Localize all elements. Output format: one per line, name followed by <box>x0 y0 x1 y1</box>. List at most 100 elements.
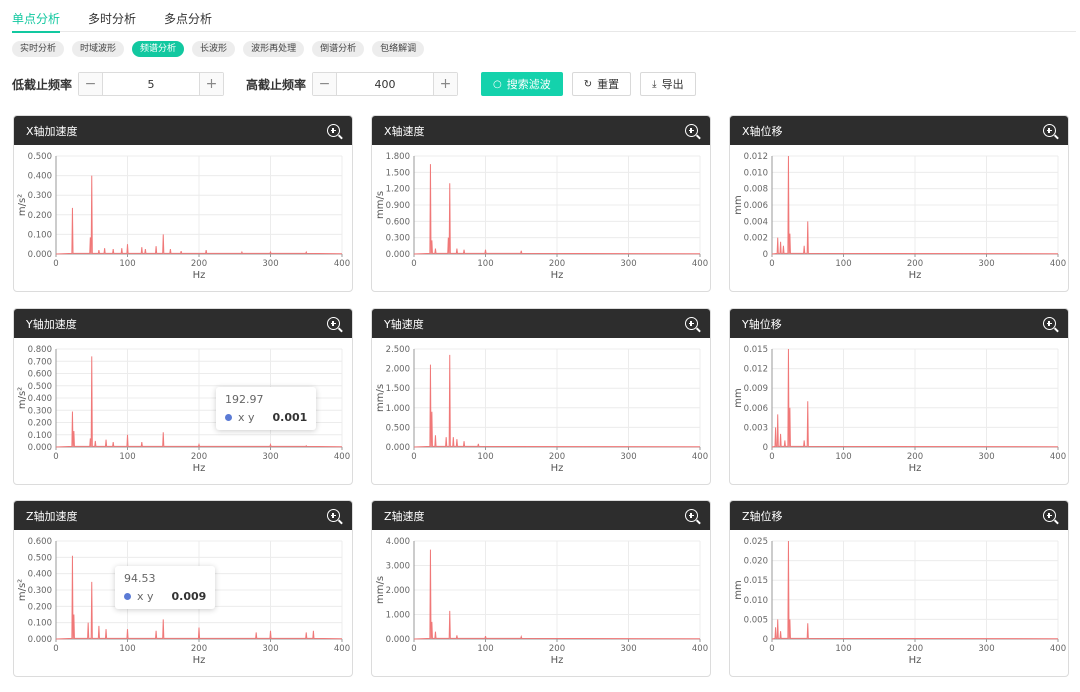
subtab-reprocess[interactable]: 波形再处理 <box>243 41 305 57</box>
panel-header: Y轴加速度 <box>14 309 352 338</box>
x-axis-label: Hz <box>551 463 564 474</box>
chart-panel-x-accel: X轴加速度 0.000 0.100 0.200 0.300 0.400 0.500 0 100… <box>13 115 353 292</box>
y-tick-label: 0.600 <box>386 217 410 227</box>
x-tick-label: 200 <box>191 644 207 654</box>
high-cutoff-input[interactable] <box>337 73 434 95</box>
spectrum-chart[interactable]: 0 0.002 0.004 0.006 0.008 0.010 0.012 0 100 200 30… <box>730 145 1069 292</box>
subtab-cepstrum[interactable]: 倒谱分析 <box>312 41 365 57</box>
tab-multi-point[interactable]: 多点分析 <box>164 0 212 32</box>
low-cutoff-decrement-button[interactable]: − <box>79 73 104 95</box>
low-cutoff-stepper: − + <box>78 72 225 96</box>
y-tick-label: 0.800 <box>28 345 52 355</box>
y-tick-label: 0 <box>763 635 768 645</box>
y-tick-label: 0.100 <box>28 230 52 240</box>
spectrum-chart[interactable]: 0.000 1.000 2.000 3.000 4.000 0 100 200 300 400 Hz… <box>372 530 711 677</box>
x-tick-label: 100 <box>119 452 135 462</box>
panel-header: X轴速度 <box>372 116 710 145</box>
spectrum-chart[interactable]: 0 0.005 0.010 0.015 0.020 0.025 0 100 200 300 400 H… <box>730 530 1069 677</box>
subtab-waveform[interactable]: 时域波形 <box>72 41 125 57</box>
chart-panel-y-displacement: Y轴位移 0 0.003 0.006 0.009 0.012 0.015 0 100 200 30… <box>729 308 1069 485</box>
y-tick-label: 0.012 <box>744 152 768 162</box>
spectrum-chart[interactable]: 0.000 0.100 0.200 0.300 0.400 0.500 0 100 200 300… <box>14 145 353 292</box>
zoom-in-icon[interactable] <box>327 509 343 525</box>
spectrum-chart[interactable]: 0.000 0.500 1.000 1.500 2.000 2.500 0 100 200 300… <box>372 338 711 485</box>
search-filter-button[interactable]: ○ 搜索滤波 <box>481 72 563 96</box>
y-axis-label: mm <box>733 580 744 599</box>
reset-button[interactable]: ↻ 重置 <box>571 72 632 96</box>
low-cutoff-input[interactable] <box>103 73 200 95</box>
series-dot-icon <box>124 593 131 600</box>
panel-header: Y轴速度 <box>372 309 710 338</box>
low-cutoff-increment-button[interactable]: + <box>199 73 224 95</box>
x-tick-label: 200 <box>907 259 923 269</box>
zoom-in-icon[interactable] <box>1043 124 1059 140</box>
x-axis-label: Hz <box>551 655 564 666</box>
y-tick-label: 1.200 <box>386 185 410 195</box>
x-tick-label: 300 <box>978 452 994 462</box>
x-tick-label: 100 <box>119 259 135 269</box>
zoom-in-icon[interactable] <box>327 317 343 333</box>
y-tick-label: 0.200 <box>28 211 52 221</box>
tab-multi-time[interactable]: 多时分析 <box>88 0 136 32</box>
zoom-in-icon[interactable] <box>685 317 701 333</box>
x-tick-label: 200 <box>191 259 207 269</box>
download-icon: ⤓ <box>652 78 657 90</box>
x-tick-label: 200 <box>549 452 565 462</box>
panel-title: Z轴加速度 <box>26 509 78 523</box>
zoom-in-icon[interactable] <box>685 124 701 140</box>
y-tick-label: 0.012 <box>744 365 768 375</box>
y-tick-label: 0.500 <box>386 423 410 433</box>
high-cutoff-stepper: − + <box>312 72 459 96</box>
y-tick-label: 0.400 <box>28 172 52 182</box>
low-cutoff-label: 低截止频率 <box>12 77 73 92</box>
chart-tooltip: 94.53 x y 0.009 <box>115 566 216 609</box>
x-tick-label: 0 <box>769 259 774 269</box>
zoom-in-icon[interactable] <box>1043 317 1059 333</box>
spectrum-chart[interactable]: 0 0.003 0.006 0.009 0.012 0.015 0 100 200 300 400 H… <box>730 338 1069 485</box>
y-tick-label: 0.300 <box>28 406 52 416</box>
subtab-spectrum[interactable]: 频谱分析 <box>132 41 185 57</box>
y-axis-label: m/s² <box>17 579 28 601</box>
x-tick-label: 200 <box>549 644 565 654</box>
chart-panel-z-velocity: Z轴速度 0.000 1.000 2.000 3.000 4.000 0 100 200 300… <box>371 500 711 677</box>
spectrum-chart[interactable]: 0.000 0.300 0.600 0.900 1.200 1.500 1.800 0 100 2… <box>372 145 711 292</box>
x-tick-label: 100 <box>477 644 493 654</box>
y-tick-label: 2.000 <box>386 586 410 596</box>
high-cutoff-decrement-button[interactable]: − <box>313 73 338 95</box>
y-tick-label: 0.300 <box>28 191 52 201</box>
x-tick-label: 0 <box>411 644 416 654</box>
chart-panel-x-displacement: X轴位移 0 0.002 0.004 0.006 0.008 0.010 0.012 0 100… <box>729 115 1069 292</box>
tooltip-value: 0.009 <box>171 590 207 603</box>
x-tick-label: 100 <box>477 259 493 269</box>
y-tick-label: 0.004 <box>744 217 768 227</box>
subtab-long-waveform[interactable]: 长波形 <box>192 41 236 57</box>
export-button[interactable]: ⤓ 导出 <box>640 72 696 96</box>
zoom-in-icon[interactable] <box>685 509 701 525</box>
y-tick-label: 0.010 <box>744 168 768 178</box>
y-tick-label: 0.600 <box>28 370 52 380</box>
x-tick-label: 400 <box>692 452 708 462</box>
x-tick-label: 0 <box>53 259 58 269</box>
y-axis-label: mm/s <box>375 191 386 219</box>
zoom-in-icon[interactable] <box>1043 509 1059 525</box>
y-tick-label: 0.100 <box>28 431 52 441</box>
x-tick-label: 300 <box>262 452 278 462</box>
search-icon: ○ <box>493 78 502 90</box>
zoom-in-icon[interactable] <box>327 124 343 140</box>
subtab-realtime[interactable]: 实时分析 <box>12 41 65 57</box>
tab-single-point[interactable]: 单点分析 <box>12 0 61 33</box>
tooltip-value: 0.001 <box>272 411 308 424</box>
y-tick-label: 0.000 <box>386 635 410 645</box>
y-axis-label: mm/s <box>375 384 386 412</box>
panel-title: Y轴加速度 <box>26 317 77 331</box>
x-tick-label: 300 <box>620 452 636 462</box>
y-tick-label: 0.500 <box>28 553 52 563</box>
tooltip-x-value: 94.53 <box>124 572 156 585</box>
y-tick-label: 0.600 <box>28 537 52 547</box>
chart-panel-y-velocity: Y轴速度 0.000 0.500 1.000 1.500 2.000 2.500 0 100 2… <box>371 308 711 485</box>
subtab-envelope[interactable]: 包络解调 <box>372 41 425 57</box>
x-tick-label: 100 <box>835 452 851 462</box>
y-tick-label: 0.700 <box>28 357 52 367</box>
x-tick-label: 200 <box>907 644 923 654</box>
high-cutoff-increment-button[interactable]: + <box>433 73 458 95</box>
